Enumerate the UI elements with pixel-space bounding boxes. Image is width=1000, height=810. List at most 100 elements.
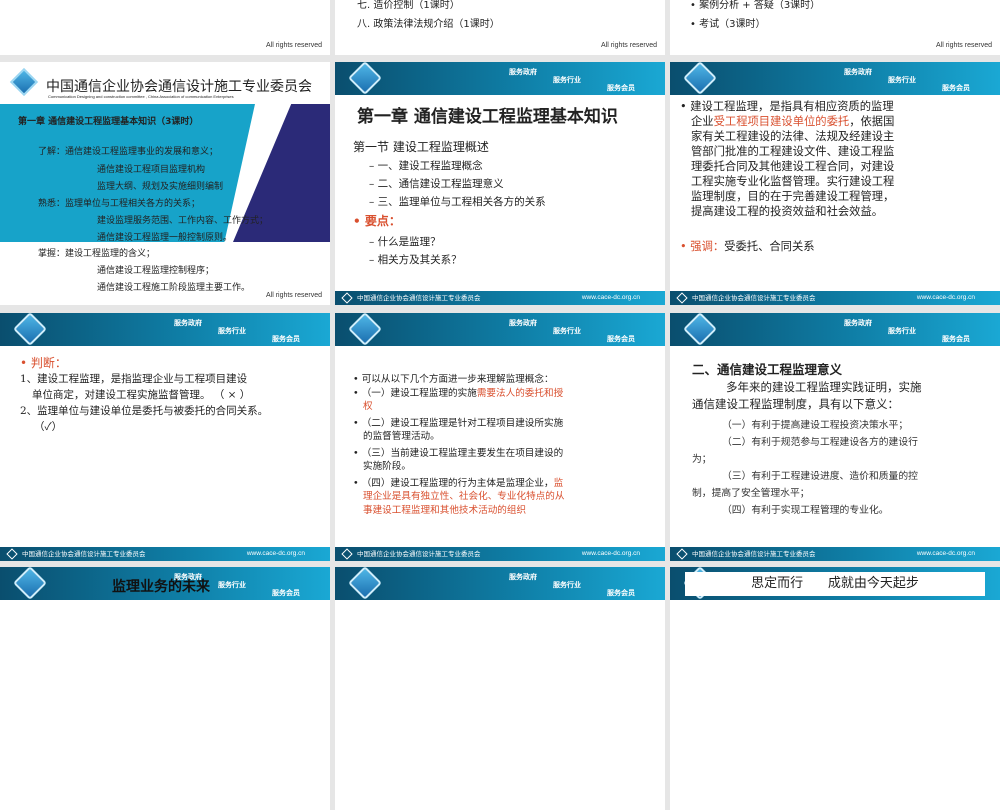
text-line: 制，提高了安全管理水平； bbox=[692, 488, 810, 499]
text-line: （四）有利于实现工程管理的专业化。 bbox=[722, 505, 889, 516]
text-line: 为； bbox=[692, 454, 712, 465]
footer-url: www.cace-dc.org.cn bbox=[916, 550, 975, 557]
highlight-text: 受工程项目建设单位的委托 bbox=[713, 115, 850, 128]
slogan: 服务会员 bbox=[607, 83, 635, 92]
highlight-text: 监 bbox=[553, 477, 564, 489]
slogan: 服务会员 bbox=[607, 334, 635, 343]
copyright: All rights reserved bbox=[265, 292, 322, 299]
text-line: 受委托、合同关系 bbox=[724, 240, 815, 253]
slide-thumbnail[interactable]: 服务政府 服务行业 服务会员 • 可以从以下几个方面进一步来理解监理概念： • （一… bbox=[335, 313, 665, 561]
text-line: 监理大纲、规划及实施细则编制 bbox=[97, 182, 224, 192]
slide-header: 服务政府 服务行业 服务会员 bbox=[0, 313, 330, 346]
text-line: 七. 造价控制（1课时） bbox=[357, 0, 460, 11]
judge-label: 判断： bbox=[30, 356, 67, 370]
text-line: 2、监理单位与建设单位是委托与被委托的合同关系。 bbox=[20, 405, 269, 417]
slogan: 服务会员 bbox=[942, 334, 970, 343]
slide-header: 服务政府 服务行业 服务会员 bbox=[670, 62, 1000, 95]
slide-footer: 中国通信企业协会通信设计施工专业委员会 www.cace-dc.org.cn bbox=[670, 547, 1000, 561]
slide-title: 监理业务的未来 bbox=[112, 579, 210, 595]
footer-org: 中国通信企业协会通信设计施工专业委员会 bbox=[357, 294, 481, 302]
slide-thumbnail[interactable]: 服务政府 服务行业 服务会员 • 判断： 1、建设工程监理，是指监理企业与工程项目建… bbox=[0, 313, 330, 561]
logo-icon bbox=[676, 548, 688, 560]
motto-banner: 思定而行 成就由今天起步 bbox=[685, 572, 985, 596]
footer-url: www.cace-dc.org.cn bbox=[916, 294, 975, 301]
slide-thumbnail[interactable]: 思定而行 成就由今天起步 bbox=[670, 567, 1000, 810]
slogan: 服务行业 bbox=[553, 75, 581, 84]
slide-thumbnail-cover[interactable]: 中国通信企业协会通信设计施工专业委员会 Communication Design… bbox=[0, 62, 330, 305]
logo-icon bbox=[348, 567, 382, 600]
text-line: – 一、建设工程监理概念 bbox=[369, 160, 483, 172]
org-name: 中国通信企业协会通信设计施工专业委员会 bbox=[46, 79, 312, 95]
logo-icon bbox=[348, 313, 382, 346]
cover-title: 第一章 通信建设工程监理基本知识（3课时） bbox=[18, 117, 199, 127]
text-line: – 三、监理单位与工程相关各方的关系 bbox=[369, 196, 546, 208]
text-line: 了解：通信建设工程监理事业的发展和意义； bbox=[38, 147, 219, 157]
emphasis-label: 强调： bbox=[690, 240, 725, 253]
logo-icon bbox=[341, 548, 353, 560]
slide-thumbnail[interactable]: 服务政府 服务行业 服务会员 二、通信建设工程监理意义 多年来的建设工程监理实践证明… bbox=[670, 313, 1000, 561]
text-line: 通信建设工程监理制度，具有以下意义： bbox=[692, 397, 899, 411]
text-line: – 二、通信建设工程监理意义 bbox=[369, 178, 504, 190]
text-line: 的监督管理活动。 bbox=[363, 431, 440, 442]
text-line: 单位商定，对建设工程实施监督管理。 （ × ） bbox=[32, 389, 251, 401]
text-line: 熟悉：监理单位与工程相关各方的关系； bbox=[38, 199, 201, 209]
highlight-text: 权 bbox=[363, 401, 373, 412]
slide-thumbnail[interactable]: 七. 造价控制（1课时） 八. 政策法律法规介绍（1课时） All rights… bbox=[335, 0, 665, 55]
footer-org: 中国通信企业协会通信设计施工专业委员会 bbox=[22, 550, 146, 558]
slide-header: 服务政府 服务行业 服务会员 bbox=[670, 313, 1000, 346]
text-line: （一）建设工程监理的实施 bbox=[361, 387, 477, 399]
slide-thumbnail[interactable]: 服务政府 服务行业 服务会员 bbox=[335, 567, 665, 810]
text-line: 管部门批准的工程建设文件、建设工程监 bbox=[691, 145, 895, 158]
text-line: （三）当前建设工程监理主要发生在项目建设的 bbox=[361, 447, 564, 459]
text-line: 家有关工程建设的法律、法规及经建设主 bbox=[691, 130, 895, 143]
text-line: ，依据国 bbox=[849, 115, 895, 128]
text-line: 建设工程监理，是指具有相应资质的监理 bbox=[690, 100, 894, 113]
logo-icon bbox=[348, 62, 382, 95]
text-line: – 什么是监理？ bbox=[369, 236, 441, 248]
text-line: 可以从以下几个方面进一步来理解监理概念： bbox=[361, 374, 554, 385]
slogan: 服务政府 bbox=[509, 572, 537, 581]
slide-thumbnail[interactable]: 服务政府 服务行业 服务会员 • 建设工程监理，是指具有相应资质的监理 企业受工程项… bbox=[670, 62, 1000, 305]
slogan: 服务会员 bbox=[942, 83, 970, 92]
text-line: 通信建设工程监理一般控制原则。 bbox=[97, 233, 233, 243]
text-line: 八. 政策法律法规介绍（1课时） bbox=[357, 19, 500, 30]
text-line: 理委托合同及其他建设工程合同，对建设 bbox=[691, 160, 895, 173]
slide-header: 服务政府 服务行业 服务会员 bbox=[335, 567, 665, 600]
slide-thumbnail[interactable]: 服务政府 服务行业 服务会员 第一章 通信建设工程监理基本知识 第一节 建设工程监理… bbox=[335, 62, 665, 305]
text-line: 监理制度，目的在于完善建设工程管理， bbox=[691, 190, 895, 203]
text-line: 提高建设工程的投资效益和社会效益。 bbox=[691, 205, 884, 218]
logo-icon bbox=[6, 548, 18, 560]
text-line: 考试（3课时） bbox=[699, 19, 766, 30]
footer-url: www.cace-dc.org.cn bbox=[581, 294, 640, 301]
text-line: 通信建设工程项目监理机构 bbox=[97, 165, 206, 175]
text-line: 企业 bbox=[691, 115, 714, 128]
slide-header: 服务政府 服务行业 服务会员 bbox=[335, 62, 665, 95]
slogan: 服务政府 bbox=[509, 318, 537, 327]
text-line: （✓） bbox=[34, 421, 63, 433]
text-line: （二）有利于规范参与工程建设各方的建设行 bbox=[722, 437, 918, 448]
copyright: All rights reserved bbox=[265, 42, 322, 49]
key-label: 要点： bbox=[364, 214, 401, 228]
slogan: 服务行业 bbox=[553, 326, 581, 335]
text-line: 工程实施专业化监督管理。实行建设工程 bbox=[691, 175, 895, 188]
slide-thumbnail[interactable]: • 案例分析 + 答疑（3课时） • 考试（3课时） All rights re… bbox=[670, 0, 1000, 55]
text-line: 实施阶段。 bbox=[363, 461, 411, 472]
text-line: 案例分析 + 答疑（3课时） bbox=[699, 0, 821, 11]
highlight-text: 理企业是具有独立性、社会化、专业化特点的从 bbox=[363, 491, 565, 502]
section-heading: 第一节 建设工程监理概述 bbox=[353, 140, 489, 154]
slogan: 服务会员 bbox=[272, 588, 300, 597]
slide-footer: 中国通信企业协会通信设计施工专业委员会 www.cace-dc.org.cn bbox=[0, 547, 330, 561]
text-line: （二）建设工程监理是针对工程项目建设所实施 bbox=[361, 417, 564, 429]
copyright: All rights reserved bbox=[935, 42, 992, 49]
slide-thumbnail[interactable]: All rights reserved bbox=[0, 0, 330, 55]
footer-org: 中国通信企业协会通信设计施工专业委员会 bbox=[692, 550, 816, 558]
slogan: 服务会员 bbox=[272, 334, 300, 343]
slide-thumbnail[interactable]: 服务政府 服务行业 服务会员 监理业务的未来 bbox=[0, 567, 330, 810]
footer-org: 中国通信企业协会通信设计施工专业委员会 bbox=[692, 294, 816, 302]
logo-icon bbox=[676, 292, 688, 304]
slide-footer: 中国通信企业协会通信设计施工专业委员会 www.cace-dc.org.cn bbox=[670, 291, 1000, 305]
slogan: 服务会员 bbox=[607, 588, 635, 597]
logo-icon bbox=[341, 292, 353, 304]
section-heading: 二、通信建设工程监理意义 bbox=[692, 362, 843, 377]
copyright: All rights reserved bbox=[600, 42, 657, 49]
